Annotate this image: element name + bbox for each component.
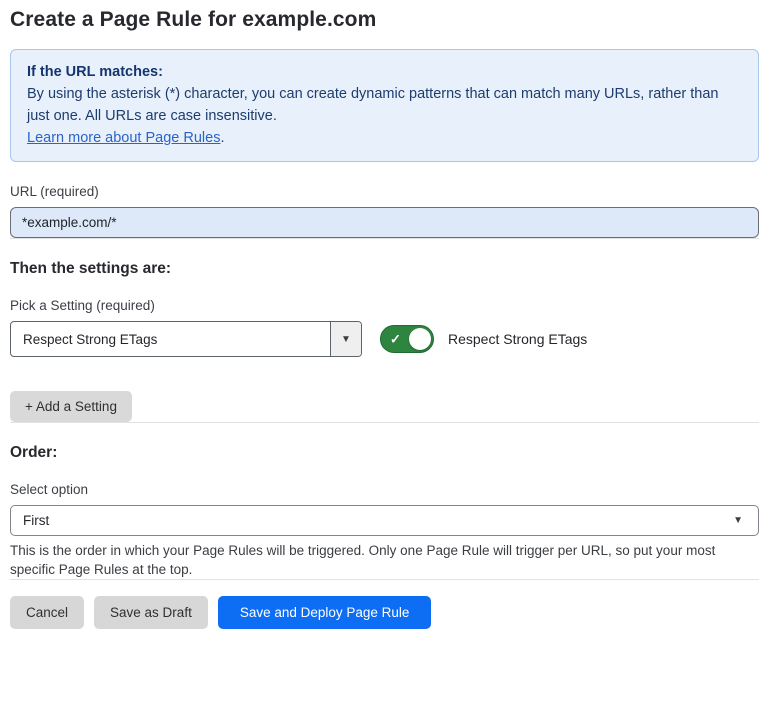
pick-setting-label: Pick a Setting (required) bbox=[10, 298, 759, 313]
toggle-knob bbox=[409, 328, 431, 350]
order-select-label: Select option bbox=[10, 482, 759, 497]
order-select-value: First bbox=[23, 513, 733, 528]
setting-select[interactable]: Respect Strong ETags ▼ bbox=[10, 321, 362, 357]
add-setting-button[interactable]: + Add a Setting bbox=[10, 391, 132, 422]
cancel-button[interactable]: Cancel bbox=[10, 596, 84, 629]
url-field-label: URL (required) bbox=[10, 184, 759, 199]
info-box-body: By using the asterisk (*) character, you… bbox=[27, 83, 742, 127]
setting-row: Respect Strong ETags ▼ ✓ Respect Strong … bbox=[10, 321, 759, 357]
page-rule-form: Create a Page Rule for example.com If th… bbox=[0, 0, 769, 629]
respect-strong-etags-toggle[interactable]: ✓ bbox=[380, 325, 434, 353]
save-deploy-button[interactable]: Save and Deploy Page Rule bbox=[218, 596, 432, 629]
page-title: Create a Page Rule for example.com bbox=[10, 8, 759, 32]
learn-more-link[interactable]: Learn more about Page Rules bbox=[27, 130, 220, 146]
info-box-heading: If the URL matches: bbox=[27, 61, 742, 83]
chevron-down-icon: ▼ bbox=[733, 515, 743, 526]
settings-section-heading: Then the settings are: bbox=[10, 260, 759, 278]
setting-select-value: Respect Strong ETags bbox=[11, 322, 330, 356]
divider bbox=[10, 579, 759, 580]
link-suffix: . bbox=[220, 130, 224, 146]
order-section-heading: Order: bbox=[10, 444, 759, 462]
url-match-info-box: If the URL matches: By using the asteris… bbox=[10, 49, 759, 162]
setting-select-arrow-box[interactable]: ▼ bbox=[330, 322, 361, 356]
chevron-down-icon: ▼ bbox=[341, 334, 351, 345]
toggle-label: Respect Strong ETags bbox=[448, 331, 587, 347]
order-help-text: This is the order in which your Page Rul… bbox=[10, 541, 759, 579]
footer-actions: Cancel Save as Draft Save and Deploy Pag… bbox=[10, 596, 759, 629]
url-input[interactable] bbox=[10, 207, 759, 238]
order-select[interactable]: First ▼ bbox=[10, 505, 759, 536]
info-box-link-line: Learn more about Page Rules. bbox=[27, 127, 742, 149]
divider bbox=[10, 238, 759, 239]
save-draft-button[interactable]: Save as Draft bbox=[94, 596, 208, 629]
divider bbox=[10, 422, 759, 423]
check-icon: ✓ bbox=[390, 333, 401, 346]
